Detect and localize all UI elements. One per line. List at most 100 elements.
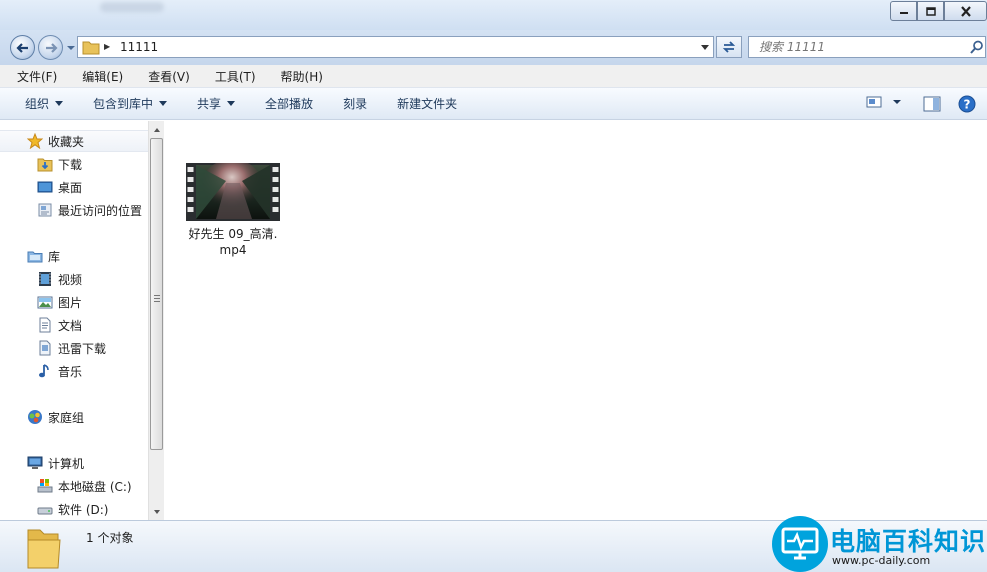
watermark-brand: 电脑百科知识 bbox=[830, 527, 987, 556]
sidebar-item-thunder-downloads[interactable]: 迅雷下载 bbox=[0, 337, 148, 359]
sidebar-item-drive-c[interactable]: 本地磁盘 (C:) bbox=[0, 475, 148, 497]
chevron-up-icon bbox=[154, 127, 160, 132]
sidebar-item-downloads[interactable]: 下载 bbox=[0, 153, 148, 175]
file-name: 好先生 09_高清. mp4 bbox=[183, 226, 283, 258]
address-dropdown-icon[interactable] bbox=[700, 44, 710, 52]
minimize-icon bbox=[899, 12, 908, 14]
sidebar-item-label: 下载 bbox=[58, 157, 83, 172]
breadcrumb-current[interactable]: 11111 bbox=[120, 40, 158, 54]
folder-icon bbox=[27, 529, 61, 569]
file-item[interactable]: 好先生 09_高清. mp4 bbox=[183, 163, 283, 263]
refresh-icon bbox=[722, 41, 736, 53]
sidebar-group-libraries[interactable]: 库 bbox=[0, 245, 148, 267]
help-icon[interactable]: ? bbox=[958, 95, 976, 113]
preview-pane-icon[interactable] bbox=[923, 96, 941, 112]
monitor-pulse-icon bbox=[781, 527, 819, 560]
new-folder-button[interactable]: 新建文件夹 bbox=[389, 91, 465, 116]
video-thumbnail-icon bbox=[186, 163, 280, 221]
file-name-line2: mp4 bbox=[219, 243, 247, 257]
forward-button[interactable] bbox=[38, 35, 63, 60]
sidebar-group-label: 家庭组 bbox=[48, 410, 85, 425]
sidebar-group-favorites[interactable]: 收藏夹 bbox=[0, 130, 148, 152]
burn-label: 刻录 bbox=[343, 97, 368, 111]
sidebar-item-label: 图片 bbox=[58, 295, 83, 310]
file-list[interactable]: 好先生 09_高清. mp4 bbox=[165, 121, 987, 520]
computer-icon bbox=[27, 456, 43, 469]
sidebar-item-label: 最近访问的位置 bbox=[58, 203, 143, 218]
command-bar: 组织 包含到库中 共享 全部播放 刻录 新建文件夹 ? bbox=[0, 88, 987, 120]
sidebar-item-label: 音乐 bbox=[58, 364, 83, 379]
watermark: 电脑百科知识 www.pc-daily.com bbox=[772, 516, 987, 572]
menu-view[interactable]: 查看(V) bbox=[142, 66, 196, 87]
homegroup-icon bbox=[28, 410, 42, 424]
svg-text:?: ? bbox=[964, 98, 971, 112]
breadcrumb-arrow-icon[interactable]: ▶ bbox=[104, 42, 110, 51]
menu-edit[interactable]: 编辑(E) bbox=[76, 66, 129, 87]
watermark-logo bbox=[772, 516, 828, 572]
organize-label: 组织 bbox=[25, 97, 50, 111]
arrow-left-icon bbox=[15, 42, 28, 53]
sidebar-item-desktop[interactable]: 桌面 bbox=[0, 176, 148, 198]
minimize-button[interactable] bbox=[890, 1, 917, 21]
chevron-down-icon bbox=[227, 101, 236, 106]
recent-pages-dropdown-icon[interactable] bbox=[66, 43, 76, 53]
chevron-down-icon bbox=[893, 100, 901, 104]
downloads-folder-icon bbox=[37, 158, 53, 172]
sidebar-item-music[interactable]: 音乐 bbox=[0, 360, 148, 382]
star-icon bbox=[27, 133, 43, 149]
documents-library-icon bbox=[39, 317, 51, 333]
menu-bar: 文件(F) 编辑(E) 查看(V) 工具(T) 帮助(H) bbox=[0, 65, 987, 88]
navigation-scrollbar[interactable] bbox=[148, 121, 164, 520]
sidebar-item-drive-d[interactable]: 软件 (D:) bbox=[0, 498, 148, 520]
view-options-icon bbox=[866, 96, 882, 108]
menu-file[interactable]: 文件(F) bbox=[11, 66, 63, 87]
window-title-blur bbox=[100, 2, 164, 12]
address-bar[interactable]: ▶ 11111 bbox=[77, 36, 714, 58]
sidebar-group-label: 计算机 bbox=[48, 456, 85, 471]
sidebar-item-documents[interactable]: 文档 bbox=[0, 314, 148, 336]
watermark-url: www.pc-daily.com bbox=[832, 554, 931, 567]
new-folder-label: 新建文件夹 bbox=[397, 97, 458, 111]
play-all-label: 全部播放 bbox=[265, 97, 314, 111]
close-button[interactable] bbox=[944, 1, 987, 21]
maximize-button[interactable] bbox=[917, 1, 944, 21]
maximize-icon bbox=[925, 6, 936, 16]
video-library-icon bbox=[39, 272, 51, 286]
search-input[interactable] bbox=[748, 36, 986, 58]
include-in-library-button[interactable]: 包含到库中 bbox=[85, 91, 175, 116]
libraries-icon bbox=[27, 251, 43, 263]
sidebar-item-label: 软件 (D:) bbox=[58, 502, 109, 517]
menu-help[interactable]: 帮助(H) bbox=[275, 66, 329, 87]
scroll-down-button[interactable] bbox=[149, 503, 165, 520]
sidebar-item-recent-places[interactable]: 最近访问的位置 bbox=[0, 199, 148, 221]
organize-button[interactable]: 组织 bbox=[17, 91, 71, 116]
menu-tools[interactable]: 工具(T) bbox=[209, 66, 262, 87]
play-all-button[interactable]: 全部播放 bbox=[257, 91, 321, 116]
refresh-button[interactable] bbox=[716, 36, 742, 58]
scroll-up-button[interactable] bbox=[149, 121, 165, 138]
sidebar-group-homegroup[interactable]: 家庭组 bbox=[0, 406, 148, 428]
thunder-download-library-icon bbox=[39, 340, 51, 356]
search-icon[interactable] bbox=[970, 40, 984, 54]
music-note-icon bbox=[39, 364, 49, 378]
address-row: ▶ 11111 bbox=[0, 30, 987, 65]
desktop-icon bbox=[37, 181, 53, 193]
include-in-library-label: 包含到库中 bbox=[93, 97, 154, 111]
burn-button[interactable]: 刻录 bbox=[335, 91, 375, 116]
scrollbar-thumb[interactable] bbox=[150, 138, 163, 450]
sidebar-group-computer[interactable]: 计算机 bbox=[0, 452, 148, 474]
sidebar-item-label: 迅雷下载 bbox=[58, 341, 107, 356]
folder-icon bbox=[82, 41, 100, 55]
sidebar-item-pictures[interactable]: 图片 bbox=[0, 291, 148, 313]
sidebar-item-videos[interactable]: 视频 bbox=[0, 268, 148, 290]
sidebar-item-label: 桌面 bbox=[58, 180, 83, 195]
scrollbar-grip-icon bbox=[154, 295, 160, 304]
chevron-down-icon bbox=[55, 101, 64, 106]
change-view-button[interactable] bbox=[866, 95, 904, 109]
sidebar-group-label: 库 bbox=[48, 249, 61, 264]
share-label: 共享 bbox=[197, 97, 222, 111]
navigation-pane: 收藏夹 下载 桌面 最近访问的位置 库 视频 图片 文档 迅雷下载 音乐 家庭组 bbox=[0, 121, 148, 520]
share-button[interactable]: 共享 bbox=[189, 91, 243, 116]
sidebar-item-label: 文档 bbox=[58, 318, 83, 333]
back-button[interactable] bbox=[10, 35, 35, 60]
